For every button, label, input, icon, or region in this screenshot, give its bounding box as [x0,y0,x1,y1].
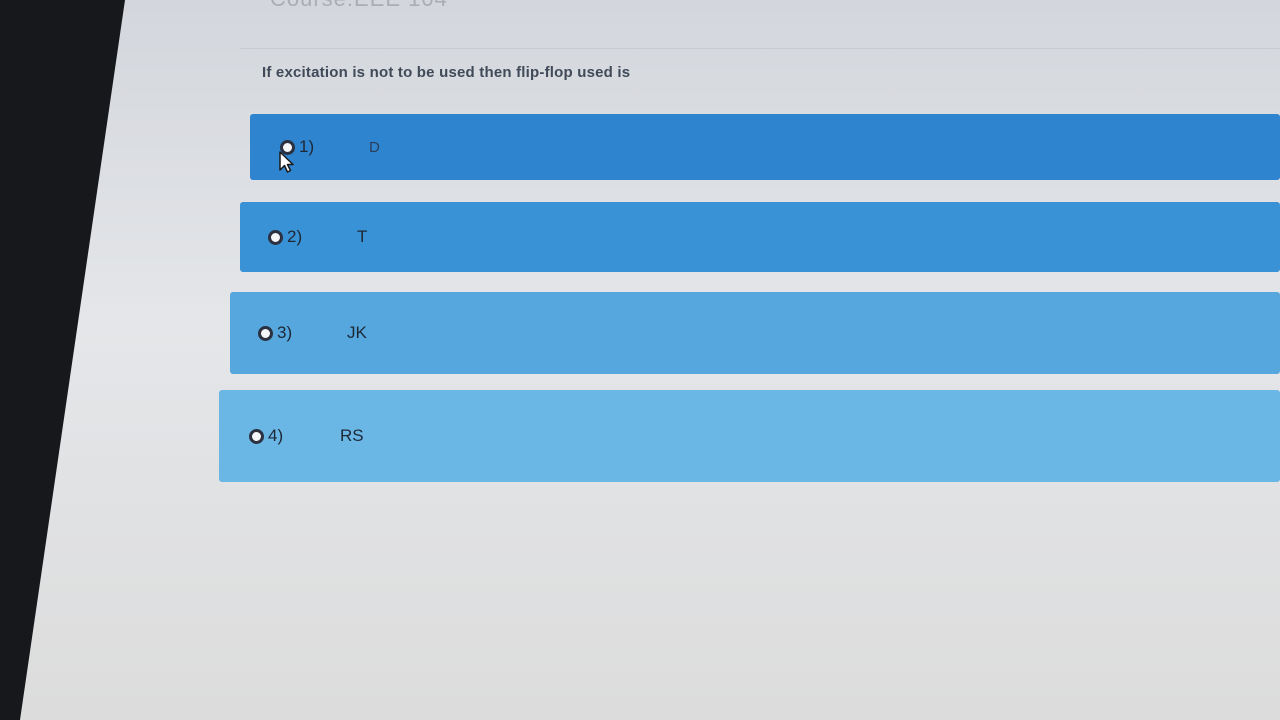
question-text: If excitation is not to be used then fli… [262,64,631,81]
radio-unselected-icon[interactable] [268,229,283,245]
option-3[interactable]: 3) JK [230,292,1280,374]
option-4[interactable]: 4) RS [219,390,1280,482]
option-2[interactable]: 2) T [240,202,1280,272]
option-number: 2) [287,227,303,246]
radio-unselected-icon[interactable] [258,325,273,341]
screen: Course:EEE 104 If excitation is not to b… [20,0,1280,720]
option-label: D [369,138,380,156]
option-1[interactable]: 1) D [250,114,1280,180]
divider [240,48,1280,49]
option-number: 4) [268,426,284,445]
course-header: Course:EEE 104 [270,0,448,12]
radio-unselected-icon[interactable] [249,428,264,444]
option-number: 3) [277,323,293,342]
option-number: 1) [299,137,315,156]
option-label: RS [340,426,364,445]
option-label: JK [347,323,367,342]
option-label: T [357,227,368,246]
mouse-pointer-icon [279,151,294,173]
